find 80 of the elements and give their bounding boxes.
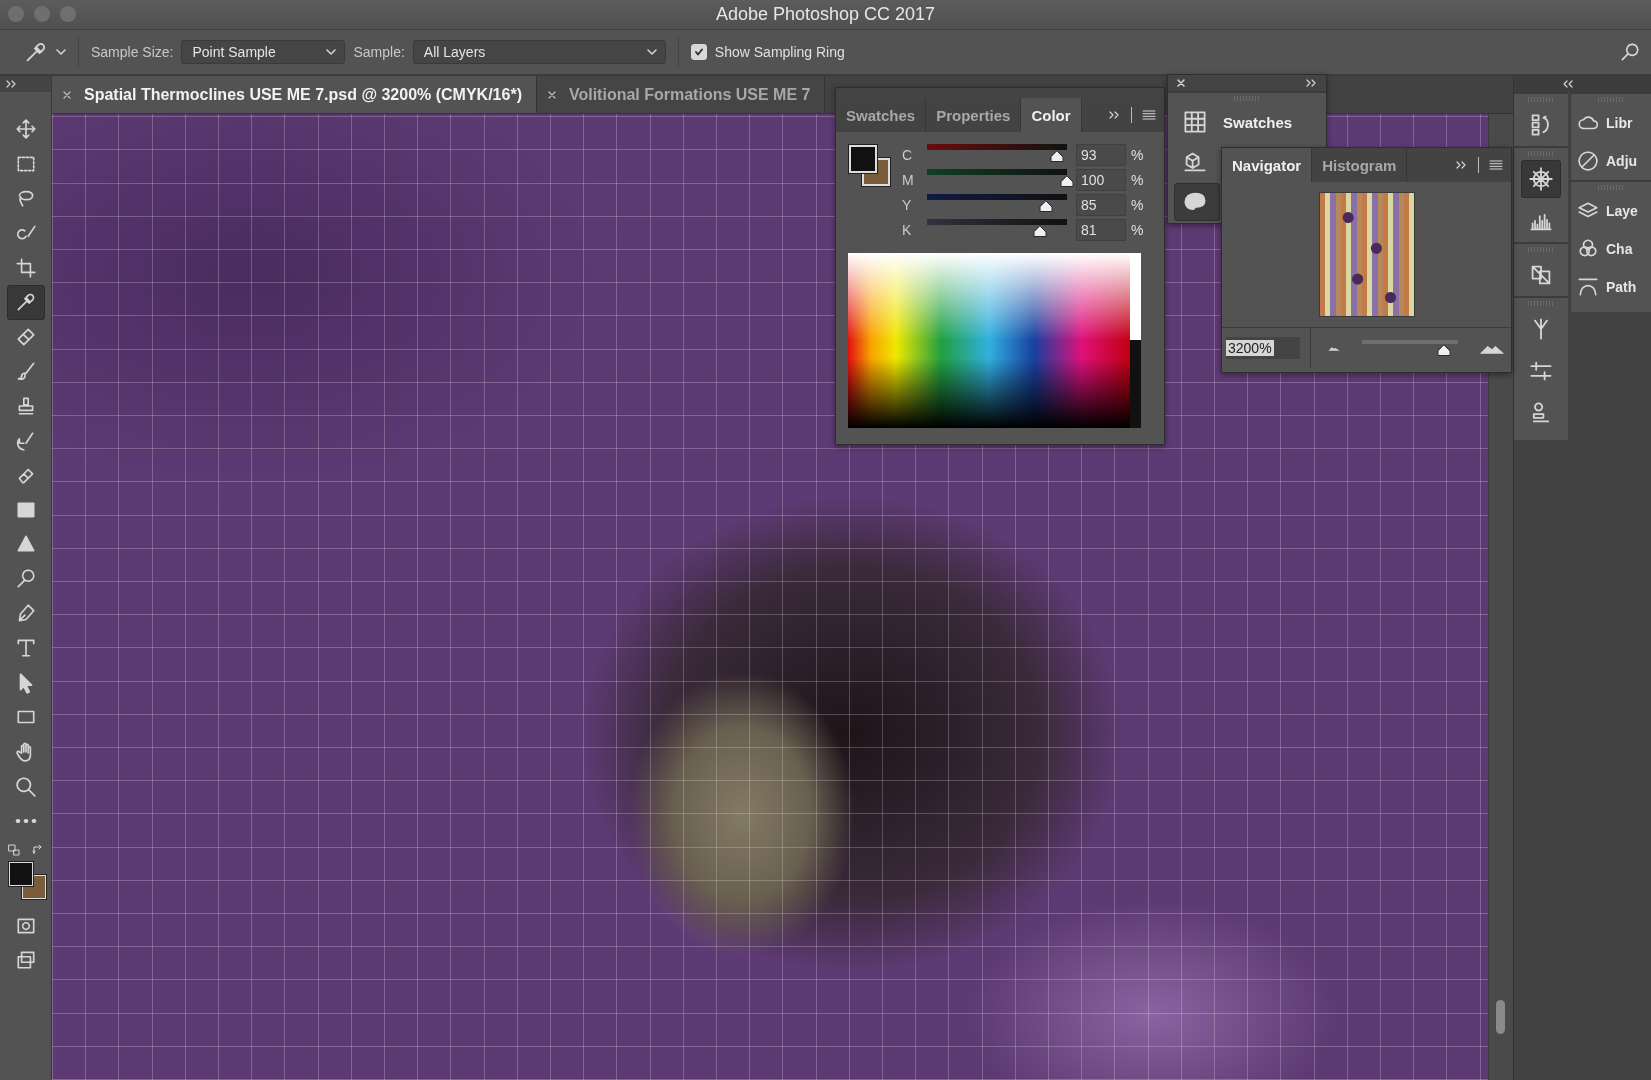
type-icon [14, 637, 37, 660]
drag-grip[interactable] [1514, 242, 1568, 254]
zoom-icon [14, 775, 37, 798]
caret-icon [646, 49, 657, 55]
expand-icon[interactable] [1456, 161, 1468, 169]
slider-thumb[interactable] [1039, 200, 1053, 213]
caret-icon [326, 49, 337, 55]
zoom-slider-thumb[interactable] [1436, 344, 1451, 357]
foreground-color-swatch[interactable] [849, 145, 877, 173]
percent-unit: % [1131, 172, 1144, 188]
channel-label: Y [902, 197, 913, 213]
drag-grip[interactable] [1168, 91, 1326, 103]
percent-unit: % [1131, 222, 1144, 238]
checkmark-icon [693, 47, 704, 57]
collapse-icon[interactable] [1561, 80, 1574, 88]
value-field[interactable]: 93 [1076, 144, 1126, 166]
drag-grip[interactable] [1514, 92, 1568, 104]
sample-label: Sample: [353, 44, 405, 60]
close-icon[interactable] [1176, 78, 1186, 88]
channel-label: C [902, 147, 914, 163]
swatch-grid-icon [1183, 110, 1207, 134]
drag-grip[interactable] [1571, 180, 1651, 192]
expand-icon[interactable] [1109, 111, 1121, 119]
drag-grip[interactable] [1514, 296, 1568, 308]
screen-mode-icon [14, 949, 37, 972]
value-field[interactable]: 100 [1076, 169, 1126, 191]
slider-thumb[interactable] [1033, 225, 1048, 238]
more-icon [14, 818, 37, 825]
panel-button[interactable] [1521, 160, 1561, 198]
checkbox[interactable] [690, 44, 707, 60]
default-colors-icon[interactable] [7, 844, 20, 857]
percent-unit: % [1131, 197, 1144, 213]
move-arrows-icon [14, 118, 37, 141]
foreground-color-swatch[interactable] [8, 862, 33, 887]
panel-button[interactable] [1174, 183, 1220, 221]
window-title: Adobe Photoshop CC 2017 [715, 4, 936, 25]
panel-tab[interactable]: Path [1571, 268, 1651, 306]
cube-icon [1183, 150, 1207, 174]
expand-icon[interactable] [6, 80, 18, 88]
panel-tab[interactable]: Histogram [1312, 148, 1408, 182]
sample-size-dropdown[interactable]: Point Sample [181, 40, 346, 64]
channel-label: M [902, 172, 915, 188]
crop-icon [14, 256, 37, 279]
drag-grip[interactable] [1514, 146, 1568, 158]
sample-dropdown[interactable]: All Layers [412, 40, 666, 64]
ship-wheel-icon [1529, 167, 1553, 191]
slider-thumb[interactable] [1050, 150, 1065, 163]
percent-unit: % [1131, 147, 1144, 163]
slider-thumb[interactable] [1060, 175, 1074, 188]
color-spectrum[interactable] [848, 253, 1141, 428]
panel-button[interactable]: Swatches [1174, 103, 1320, 141]
bezier-path-icon [1577, 276, 1599, 298]
panel-tab[interactable]: Color [1021, 98, 1082, 132]
drag-grip[interactable] [1571, 92, 1651, 104]
panel-tab[interactable]: Adju [1571, 142, 1651, 180]
menu-icon[interactable] [1142, 110, 1156, 120]
panel-tab[interactable]: Cha [1571, 230, 1651, 268]
channel-label: K [902, 222, 913, 238]
document-tab[interactable]: Spatial Thermoclines USE ME 7.psd @ 3200% (CMYK/16*) [52, 76, 537, 113]
menu-icon[interactable] [1489, 160, 1503, 170]
search-icon[interactable] [1619, 41, 1641, 63]
clone-source-icon [1529, 263, 1553, 287]
value-field[interactable]: 85 [1076, 194, 1126, 216]
panel-tab[interactable]: Navigator [1222, 148, 1313, 182]
close-icon[interactable] [62, 89, 72, 100]
sliders-icon [1529, 359, 1553, 383]
panel-tab[interactable]: Swatches [836, 98, 927, 132]
close-icon[interactable] [546, 89, 557, 100]
checkbox-label: Show Sampling Ring [714, 44, 845, 60]
panel-tab[interactable]: Laye [1571, 192, 1651, 230]
value-field[interactable]: 81 [1076, 219, 1126, 241]
caret-icon[interactable] [56, 49, 66, 55]
eyedropper-icon[interactable] [24, 40, 48, 64]
tool-button[interactable] [6, 284, 45, 320]
scrollbar-thumb[interactable] [1496, 1000, 1505, 1034]
zoom-field[interactable]: 3200% [1226, 337, 1300, 359]
expand-icon[interactable] [1306, 79, 1318, 87]
sample-size-label: Sample Size: [91, 44, 174, 60]
image-thumbnail[interactable] [1318, 192, 1415, 317]
panel-tab[interactable]: Libr [1571, 104, 1651, 142]
